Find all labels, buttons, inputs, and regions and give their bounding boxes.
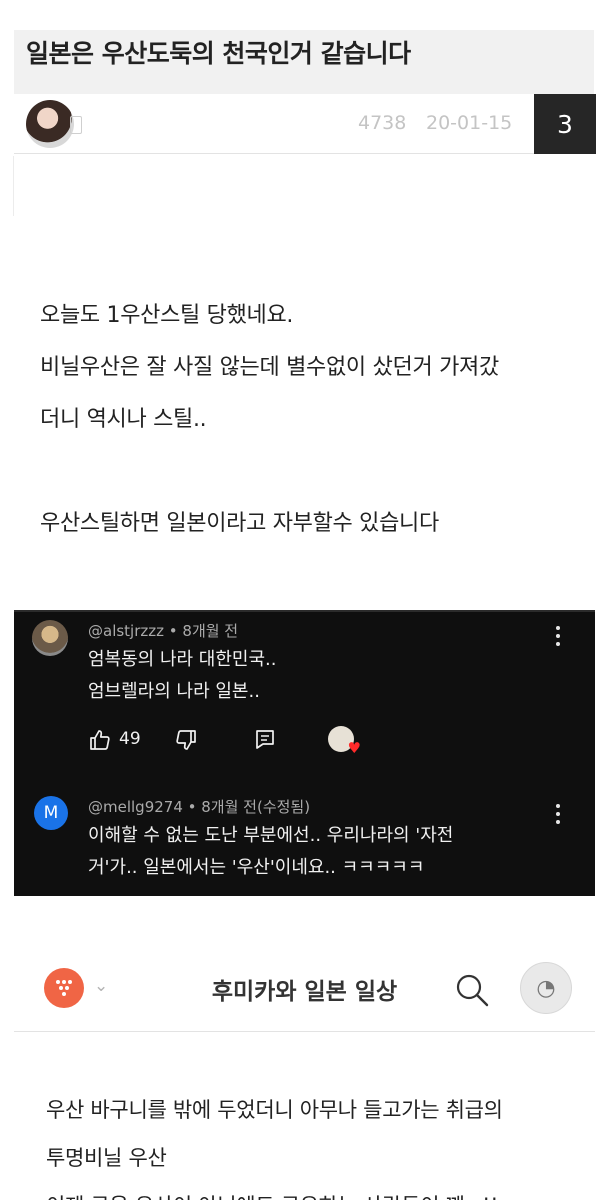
reply-icon[interactable]: [254, 728, 276, 750]
post-body-line: 오늘도 1우산스틸 당했네요.: [40, 303, 294, 328]
comment-count-button[interactable]: 3: [534, 94, 596, 154]
view-count: 4738: [358, 112, 407, 134]
post-body-line: 비닐우산은 잘 사질 않는데 별수없이 샀던거 가져갔: [40, 355, 499, 380]
post-title: 일본은 우산도둑의 천국인거 같습니다: [26, 39, 411, 68]
blog-body-line: 투명비닐 우산: [46, 1146, 167, 1170]
blog-app-bar: ⌄ 후미카와 일본 일상 ◔: [14, 946, 595, 1032]
commenter-name[interactable]: @alstjrzzz • 8개월 전: [88, 620, 238, 641]
blog-body-line: 이제 공용 우산이 아님에도 공유하는 사람들이 꽤~!!: [46, 1182, 586, 1200]
like-count: 49: [119, 729, 141, 749]
creator-heart-icon: ♥: [328, 726, 361, 756]
thumbs-down-icon[interactable]: [174, 728, 198, 752]
search-icon[interactable]: [454, 972, 490, 1008]
blog-body-line: 우산 바구니를 밖에 두었더니 아무나 들고가는 취급의: [46, 1098, 503, 1122]
comment-text: 이해할 수 없는 도난 부분에선.. 우리나라의 '자전: [88, 825, 454, 846]
commenter-avatar[interactable]: [32, 620, 68, 656]
blog-body: 우산 바구니를 밖에 두었더니 아무나 들고가는 취급의 투명비닐 우산 이제 …: [46, 1086, 586, 1200]
divider: [13, 156, 14, 216]
comment-text: 엄브렐라의 나라 일본..: [88, 681, 260, 702]
post-body-line: 우산스틸하면 일본이라고 자부할수 있습니다: [40, 511, 439, 536]
member-badge-icon: [70, 116, 82, 134]
thumbs-up-icon[interactable]: [88, 728, 112, 752]
more-options-icon[interactable]: [556, 626, 560, 646]
post-meta-row: 4738 20-01-15 3: [14, 94, 596, 154]
post-body-line: 더니 역시나 스틸..: [40, 407, 207, 432]
comment-text: 거'가.. 일본에서는 '우산'이네요.. ㅋㅋㅋㅋㅋ: [88, 857, 425, 878]
author-avatar[interactable]: [26, 100, 74, 148]
profile-avatar[interactable]: ◔: [520, 962, 572, 1014]
blog-title: 후미카와 일본 일상: [211, 979, 398, 1005]
commenter-name[interactable]: @mellg9274 • 8개월 전(수정됨): [88, 796, 310, 817]
post-body-line-empty: [40, 446, 580, 498]
post-date: 20-01-15: [426, 112, 513, 134]
more-options-icon[interactable]: [556, 804, 560, 824]
commenter-avatar[interactable]: M: [34, 796, 68, 830]
comment-text: 엄복동의 나라 대한민국..: [88, 649, 277, 670]
youtube-comments-panel: @alstjrzzz • 8개월 전 엄복동의 나라 대한민국.. 엄브렐라의 …: [14, 610, 595, 896]
post-body: 오늘도 1우산스틸 당했네요. 비닐우산은 잘 사질 않는데 별수없이 샀던거 …: [40, 290, 580, 550]
